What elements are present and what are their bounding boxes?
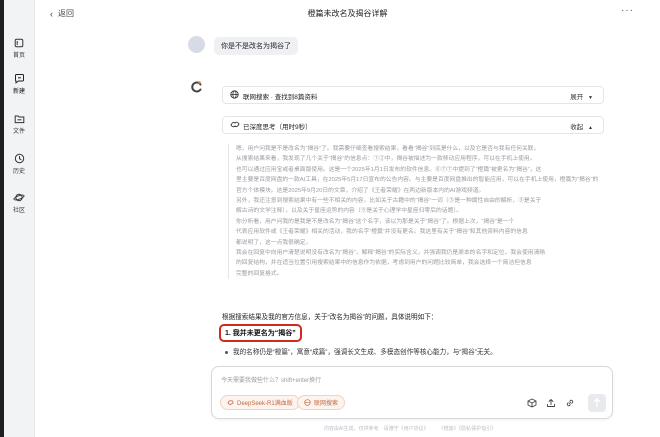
thinking-line: 里主要是百度网盘的一款AI工具，在2025年5月17日宣布的公告内容。与主要是百… xyxy=(236,177,599,184)
deepseek-label: DeepSeek-R1满血版 xyxy=(237,401,293,407)
thinking-icon xyxy=(230,121,240,128)
thinking-line: 代表应用软件或《王者荣耀》相关的活动，我的名字“橙篇”并没有更名。我这里有关于“… xyxy=(236,229,528,236)
thinking-line: 我会在回复中向用户清楚说明没有改名为“揭谷”，解释“揭谷”的实际含义，并强调我仍… xyxy=(236,250,546,257)
answer-heading: 1. 我并未更名为“揭谷” xyxy=(219,324,302,342)
sidebar-item-label: 文件 xyxy=(12,129,25,135)
web-search-card[interactable]: 联网搜索 · 查找到8篇资料 展开 ▼ xyxy=(222,86,604,104)
clock-icon xyxy=(14,153,24,164)
thinking-line: 从搜索结果来看，我发现了几个关于“揭谷”的信息点：①②中，揭谷被描述为一款移动应… xyxy=(236,156,536,163)
upload-icon[interactable] xyxy=(546,398,556,408)
collapse-button[interactable]: 收起 ▲ xyxy=(570,121,593,131)
deepseek-icon xyxy=(227,400,234,405)
deepseek-r1-toggle[interactable]: DeepSeek-R1满血版 xyxy=(220,395,300,410)
expand-label: 展开 xyxy=(570,94,584,101)
assistant-logo-icon xyxy=(191,81,202,93)
sidebar: 首页 新建 文件 历史 社区 xyxy=(4,0,35,437)
home-icon xyxy=(14,38,24,48)
sidebar-item-label: 社区 xyxy=(12,208,25,214)
top-bar: ‹ 返回 橙篇未改名及揭谷详解 ··· xyxy=(35,0,660,26)
send-button[interactable] xyxy=(588,394,606,412)
planet-icon xyxy=(13,193,25,202)
link-icon[interactable] xyxy=(565,398,575,408)
sidebar-item-label: 新建 xyxy=(12,89,25,95)
web-search-toggle[interactable]: 联网搜索 xyxy=(297,395,346,410)
thinking-line: 另外，我还注意到搜索结果中有一些不相关的内容，比如关于古籍中的“揭谷”一词（③是… xyxy=(236,198,542,205)
deep-thinking-card[interactable]: 已深度思考（用时9秒） 收起 ▲ xyxy=(222,116,604,134)
globe-icon xyxy=(304,399,311,406)
sidebar-item-community[interactable]: 社区 xyxy=(4,192,34,214)
cube-icon[interactable] xyxy=(527,398,537,408)
thinking-line: 也可以通过应用宝或者桌面版使用。这是一个2025年1月1日发布的软件信息。⑥⑦⑦… xyxy=(236,166,542,173)
thinking-line: 完整的回复格式。 xyxy=(236,270,283,277)
thinking-line: 都说明了，这一点我很确定。 xyxy=(236,239,312,246)
answer-intro: 根据搜索结果及我的官方信息，关于“改名为揭谷”的问题，具体说明如下： xyxy=(222,314,438,321)
user-message: 你是不是改名为揭谷了 xyxy=(214,37,298,55)
collapse-label: 收起 xyxy=(570,124,584,131)
answer-bullet: 我的名称仍是“橙篇”，寓意“成篇”，强调长文生成、多模态创作等核心能力，与“揭谷… xyxy=(225,346,497,356)
globe-icon xyxy=(230,90,239,99)
sidebar-item-history[interactable]: 历史 xyxy=(4,153,34,175)
sidebar-item-label: 历史 xyxy=(12,169,25,175)
avatar xyxy=(188,36,205,53)
web-search-label: 联网搜索 · 查找到8篇资料 xyxy=(243,94,318,101)
more-options-button[interactable]: ··· xyxy=(621,5,634,16)
sidebar-item-files[interactable]: 文件 xyxy=(4,114,34,135)
send-arrow-icon xyxy=(593,398,601,407)
answer-bullet-text: 我的名称仍是“橙篇”，寓意“成篇”，强调长文生成、多模态创作等核心能力，与“揭谷… xyxy=(233,349,497,356)
footer-disclaimer: 内容由AI生成，仅供参考 请遵守《用户协议》 《橙篇》《隐私保护指引》 xyxy=(323,426,497,432)
thinking-line: 嗯，用户问我是不是改名为“揭谷”了。我需要仔细查看搜索结果，看看“揭谷”到底是什… xyxy=(236,146,540,152)
message-input[interactable]: 今天需要我做些什么？shift+enter换行 xyxy=(221,375,321,384)
thinking-line: 解古诗的文学注释），以及关于星座运势的内容（⑤是关于心理学中星座归零后的话题）。 xyxy=(236,208,463,215)
thinking-line: 官方个体模块。这是2025年9月20日的文章，介绍了《王者荣耀》在两边新版本内的… xyxy=(236,187,485,194)
bullet-dot xyxy=(225,350,228,354)
sidebar-item-home[interactable]: 首页 xyxy=(4,38,34,59)
sidebar-item-new[interactable]: 新建 xyxy=(4,73,34,95)
web-search-pill-label: 联网搜索 xyxy=(314,401,339,407)
new-chat-icon xyxy=(14,74,24,84)
page-title: 橙篇未改名及揭谷详解 xyxy=(307,9,388,18)
folder-icon xyxy=(14,115,24,124)
thinking-content: 嗯，用户问我是不是改名为“揭谷”了。我需要仔细查看搜索结果，看看“揭谷”到底是什… xyxy=(228,144,608,280)
deep-thinking-label: 已深度思考（用时9秒） xyxy=(243,124,312,131)
expand-button[interactable]: 展开 ▼ xyxy=(570,91,593,101)
message-composer[interactable]: 今天需要我做些什么？shift+enter换行 DeepSeek-R1满血版 联… xyxy=(211,366,613,419)
sidebar-item-label: 首页 xyxy=(12,53,25,59)
chevron-down-icon: ▼ xyxy=(588,95,593,101)
chevron-up-icon: ▲ xyxy=(588,125,593,131)
thinking-line: 的回复结构，并在适当位置引用搜索结果中的信息作为依据，考虑到用户的问题比较简单，… xyxy=(236,260,532,267)
thinking-line: 你分析看，用户问我的是我是不是改名为“揭谷”这个名字，该以为那是关于“揭谷”了。… xyxy=(236,218,515,225)
